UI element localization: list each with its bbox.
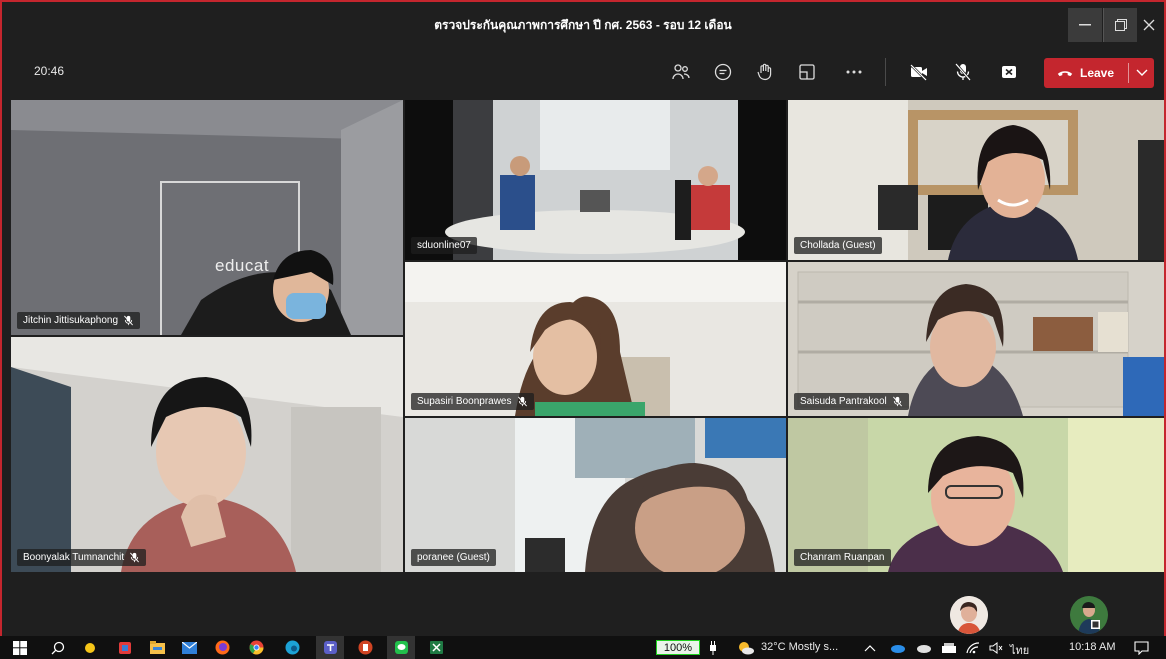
onedrive-icon[interactable] xyxy=(888,639,905,656)
powerpoint-icon[interactable] xyxy=(357,639,374,656)
video-tile[interactable]: Supasiri Boonprawes xyxy=(405,262,786,416)
excel-icon[interactable] xyxy=(428,639,445,656)
video-feed xyxy=(405,100,786,260)
participant-name-tag: Boonyalak Tumnanchit xyxy=(17,549,147,566)
video-feed xyxy=(788,100,1164,260)
participant-thumbnail[interactable] xyxy=(950,596,988,634)
notifications-icon[interactable] xyxy=(1133,639,1150,656)
weather-text[interactable]: 32°C Mostly s... xyxy=(761,641,838,653)
network-icon[interactable] xyxy=(940,639,957,656)
video-tile[interactable]: educat Jitchin Jittisukaphong xyxy=(11,100,403,335)
title-bar: ตรวจประกันคุณภาพการศึกษา ปี กศ. 2563 - ร… xyxy=(2,2,1164,46)
cloud-icon[interactable] xyxy=(914,639,931,656)
toolbar-divider xyxy=(885,58,886,86)
participant-name: Supasiri Boonprawes xyxy=(417,396,512,407)
leave-button[interactable]: Leave xyxy=(1044,58,1154,88)
participant-name: Boonyalak Tumnanchit xyxy=(23,552,125,563)
overflow-participants-strip xyxy=(2,574,1164,636)
rooms-icon[interactable] xyxy=(793,58,821,86)
video-feed xyxy=(11,337,403,572)
meeting-timer: 20:46 xyxy=(34,64,65,78)
people-icon[interactable] xyxy=(667,58,695,86)
participant-name: Jitchin Jittisukaphong xyxy=(23,315,119,326)
leave-divider xyxy=(1128,63,1129,83)
power-plug-icon xyxy=(704,639,721,656)
chevron-down-icon[interactable] xyxy=(1134,64,1150,80)
sticky-app-icon[interactable] xyxy=(81,639,98,656)
video-tile[interactable]: Saisuda Pantrakool xyxy=(788,262,1164,416)
participant-name: Saisuda Pantrakool xyxy=(800,396,887,407)
participant-name: Chollada (Guest) xyxy=(800,240,876,251)
video-tile[interactable]: sduonline07 xyxy=(405,100,786,260)
mic-muted-icon xyxy=(130,552,140,563)
video-tile[interactable]: Chollada (Guest) xyxy=(788,100,1164,260)
mail-icon[interactable] xyxy=(181,639,198,656)
meeting-toolbar: 20:46 Leave xyxy=(2,46,1164,98)
mic-muted-icon xyxy=(124,315,134,326)
app-icon[interactable] xyxy=(116,639,133,656)
video-tile[interactable]: poranee (Guest) xyxy=(405,418,786,572)
share-icon[interactable] xyxy=(995,58,1023,86)
windows-start-icon[interactable] xyxy=(11,639,28,656)
participant-thumbnail[interactable] xyxy=(1070,596,1108,634)
wifi-icon[interactable] xyxy=(964,639,981,656)
input-language[interactable]: ไทย xyxy=(1010,641,1029,659)
participant-name-tag: poranee (Guest) xyxy=(411,549,496,566)
participant-name-tag: Chanram Ruanpan xyxy=(794,549,891,566)
clock[interactable]: 10:18 AM xyxy=(1069,641,1115,653)
file-explorer-icon[interactable] xyxy=(149,639,166,656)
minimize-button[interactable] xyxy=(1068,8,1102,42)
chevron-up-icon[interactable] xyxy=(861,639,878,656)
search-icon[interactable] xyxy=(49,639,66,656)
participant-name: Chanram Ruanpan xyxy=(800,552,885,563)
teams-taskbar-icon[interactable] xyxy=(316,636,344,659)
close-button[interactable] xyxy=(1132,8,1166,42)
participant-name-tag: Saisuda Pantrakool xyxy=(794,393,909,410)
firefox-icon[interactable] xyxy=(214,639,231,656)
phone-hangup-icon xyxy=(1057,71,1073,77)
participant-name: poranee (Guest) xyxy=(417,552,490,563)
taskbar: 100% 32°C Mostly s... ไทย 10:18 AM xyxy=(0,636,1166,659)
line-icon[interactable] xyxy=(387,636,415,659)
chat-icon[interactable] xyxy=(709,58,737,86)
participant-name-tag: Chollada (Guest) xyxy=(794,237,882,254)
participant-name-tag: Supasiri Boonprawes xyxy=(411,393,534,410)
chrome-icon[interactable] xyxy=(248,639,265,656)
battery-indicator[interactable]: 100% xyxy=(656,640,700,655)
video-tile[interactable]: Chanram Ruanpan xyxy=(788,418,1164,572)
participant-name: sduonline07 xyxy=(417,240,471,251)
participant-name-tag: sduonline07 xyxy=(411,237,477,254)
more-icon[interactable] xyxy=(840,58,868,86)
video-tile[interactable]: Boonyalak Tumnanchit xyxy=(11,337,403,572)
participant-name-tag: Jitchin Jittisukaphong xyxy=(17,312,141,329)
teams-window: ตรวจประกันคุณภาพการศึกษา ปี กศ. 2563 - ร… xyxy=(0,0,1166,636)
mic-muted-icon xyxy=(517,396,527,407)
leave-label: Leave xyxy=(1080,66,1115,80)
raise-hand-icon[interactable] xyxy=(751,58,779,86)
edge-icon[interactable] xyxy=(284,639,301,656)
room-sign-text: educat xyxy=(215,256,270,275)
window-title: ตรวจประกันคุณภาพการศึกษา ปี กศ. 2563 - ร… xyxy=(434,18,732,32)
video-feed xyxy=(11,100,403,335)
mic-off-icon[interactable] xyxy=(949,58,977,86)
weather-icon[interactable] xyxy=(737,639,754,656)
camera-off-icon[interactable] xyxy=(905,58,933,86)
speaker-muted-icon[interactable] xyxy=(987,639,1004,656)
mic-muted-icon xyxy=(892,396,902,407)
